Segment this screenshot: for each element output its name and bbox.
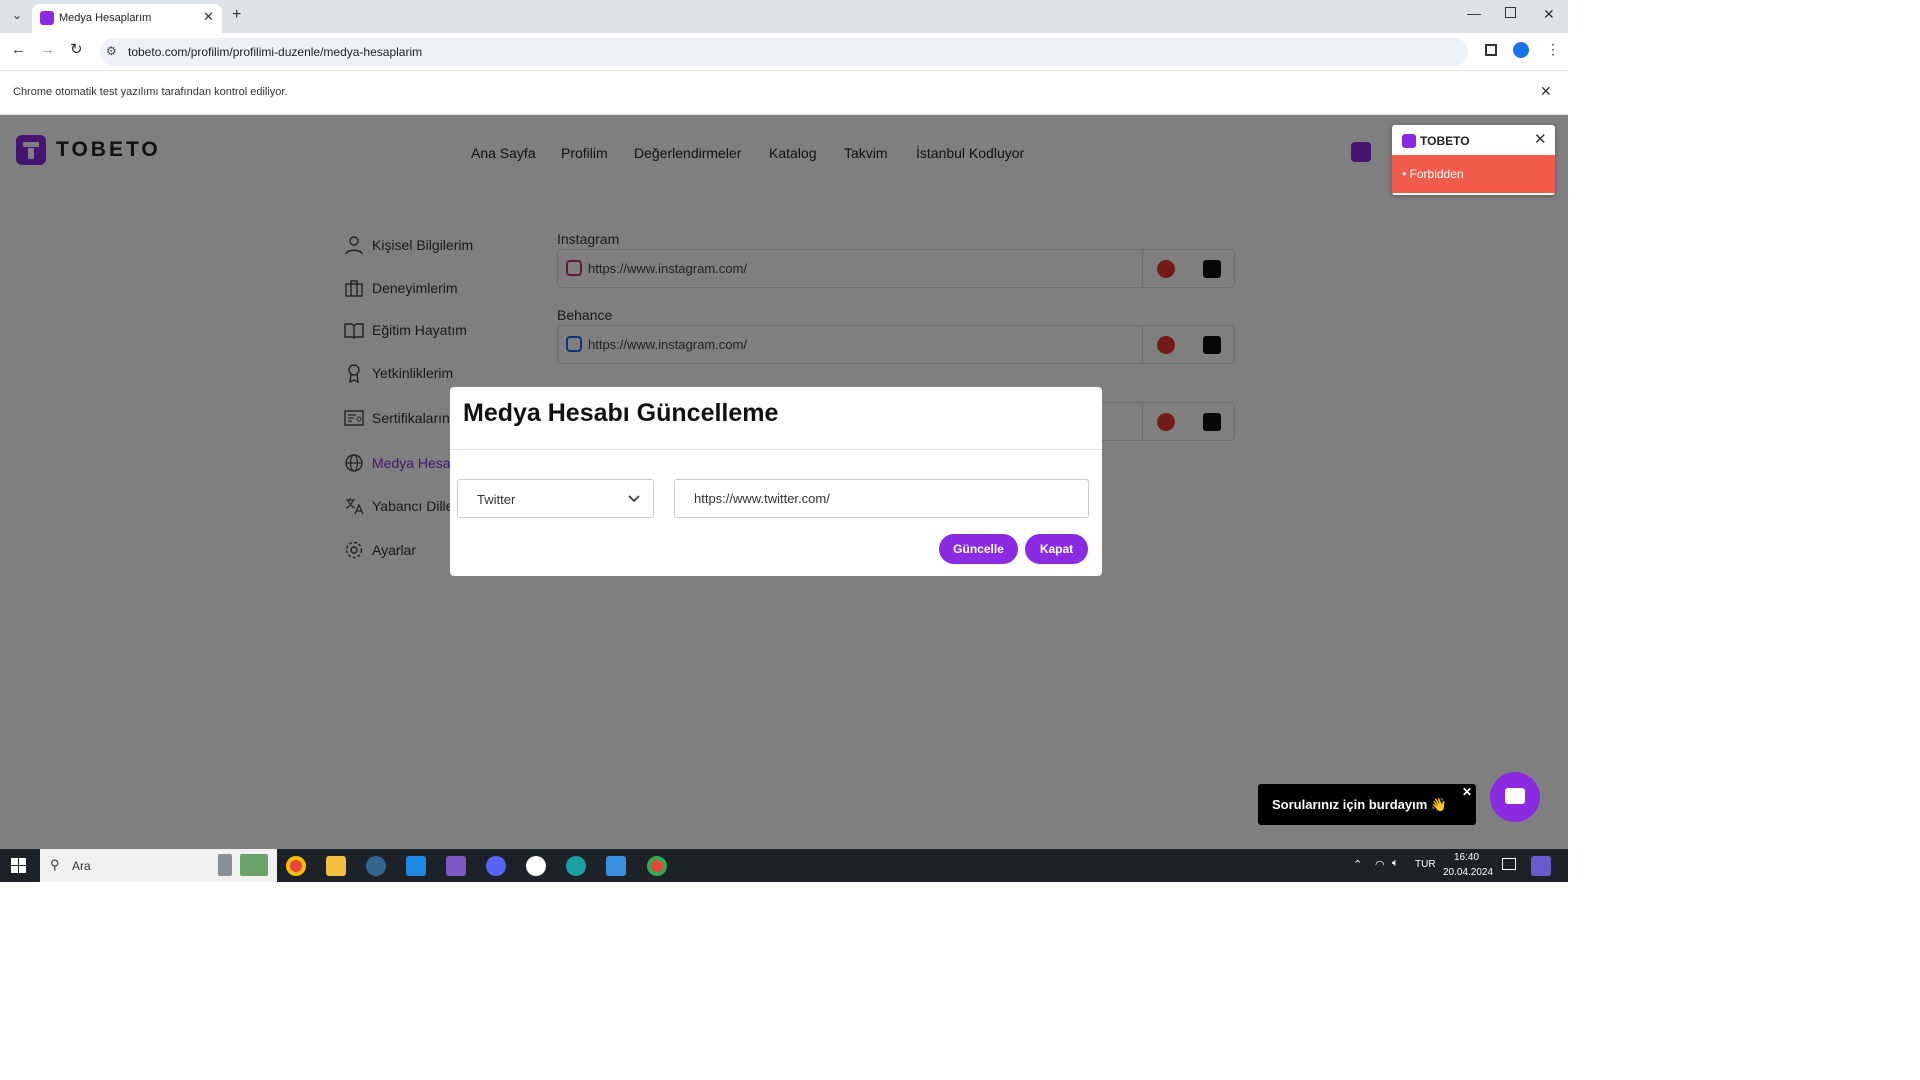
chat-bubble[interactable]: Sorularınız için burdayım 👋 ✕ [1258,784,1476,825]
visual-studio-icon[interactable] [446,856,466,876]
toast-message: • Forbidden [1392,155,1555,193]
taskbar-search-box[interactable]: ⚲ Ara [40,849,277,882]
toast-title: TOBETO [1420,134,1470,148]
clock-time[interactable]: 16:40 [1454,852,1479,863]
back-arrow-icon[interactable]: ← [11,41,26,58]
clock-date[interactable]: 20.04.2024 [1443,867,1493,878]
platform-select-value: Twitter [477,492,516,507]
chat-launcher-button[interactable] [1490,772,1540,822]
infobar-text: Chrome otomatik test yazılımı tarafından… [13,86,288,98]
address-bar[interactable]: ⚙ tobeto.com/profilim/profilimi-duzenle/… [100,38,1468,66]
minimize-icon[interactable]: — [1467,5,1481,21]
tobeto-toast-icon [1402,134,1416,148]
search-placeholder: Ara [72,859,91,873]
platform-select[interactable]: Twitter [457,479,654,518]
edge-icon[interactable] [566,856,586,876]
windows-start-icon[interactable] [11,858,26,873]
forward-arrow-icon[interactable]: → [40,41,55,58]
close-button[interactable]: Kapat [1025,534,1088,564]
update-button[interactable]: Güncelle [939,534,1018,564]
discord-icon[interactable] [486,856,506,876]
volume-icon[interactable]: 🔈︎ [1392,857,1399,870]
update-media-modal: Medya Hesabı Güncelleme Twitter Güncelle… [450,387,1102,576]
vscode-icon[interactable] [406,856,426,876]
tab-list-chevron-icon[interactable]: ⌄ [8,8,26,26]
tobeto-favicon-icon [40,11,54,25]
kebab-menu-icon[interactable]: ⋮ [1546,41,1560,58]
chrome-taskbar-icon[interactable] [286,856,306,876]
media-url-input[interactable] [674,479,1089,518]
github-desktop-icon[interactable] [526,856,546,876]
browser-tab[interactable]: Medya Hesaplarım ✕ [32,4,222,33]
luggage-icon [218,854,232,876]
browser-tab-bar: ⌄ Medya Hesaplarım ✕ + — ✕ [0,0,1568,33]
url-text[interactable]: tobeto.com/profilim/profilimi-duzenle/me… [128,45,422,59]
window-close-icon[interactable]: ✕ [1543,6,1555,23]
chrome-active-taskbar-icon[interactable] [647,856,667,876]
error-toast: TOBETO ✕ • Forbidden [1392,125,1555,195]
postgresql-icon[interactable] [366,856,386,876]
tab-title: Medya Hesaplarım [59,12,152,24]
infobar-close-icon[interactable]: ✕ [1540,83,1552,100]
side-panel-icon[interactable] [1485,44,1497,56]
site-info-icon[interactable]: ⚙ [106,44,117,58]
modal-title: Medya Hesabı Güncelleme [463,399,779,427]
language-indicator[interactable]: TUR [1415,859,1436,870]
reload-icon[interactable]: ↻ [70,40,83,58]
chat-bubble-close-icon[interactable]: ✕ [1462,785,1472,799]
chevron-down-icon [628,495,640,503]
tray-chevron-up-icon[interactable]: ⌃ [1353,858,1362,871]
restore-icon[interactable] [1505,7,1516,18]
modal-divider [450,449,1102,450]
profile-avatar-icon[interactable] [1513,42,1529,58]
new-tab-plus-icon[interactable]: + [232,6,241,24]
chat-bubble-text: Sorularınız için burdayım 👋 [1272,797,1448,812]
automation-infobar: Chrome otomatik test yazılımı tarafından… [0,70,1568,115]
network-icon[interactable]: ◠ [1375,858,1385,871]
copilot-icon[interactable] [1531,856,1551,876]
file-explorer-icon[interactable] [326,856,346,876]
map-icon [240,854,268,876]
mail-icon[interactable] [606,856,626,876]
notification-center-icon[interactable] [1502,858,1516,870]
toast-close-icon[interactable]: ✕ [1534,130,1547,148]
chat-message-icon [1505,788,1525,804]
tab-close-icon[interactable]: ✕ [203,9,214,25]
search-icon: ⚲ [50,857,60,872]
